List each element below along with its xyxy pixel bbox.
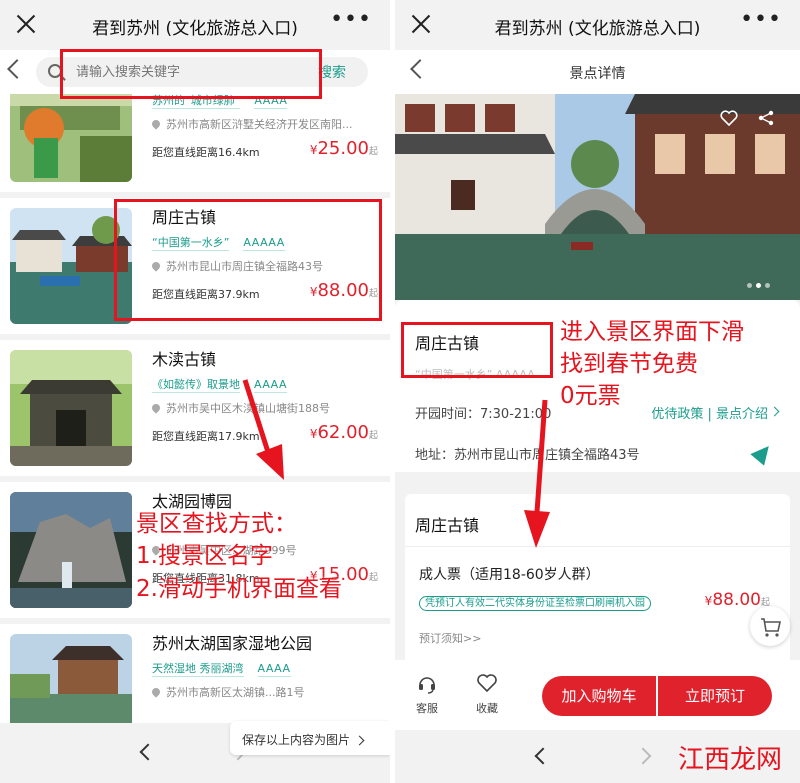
spot-address: 苏州市吴中区木渎镇山塘街188号: [166, 402, 330, 415]
divider: [405, 546, 790, 547]
list-item[interactable]: 苏州的“城市绿肺” AAAA 苏州市高新区浒墅关经济开发区南阳... 距您直线距离…: [0, 94, 390, 192]
ticket-card: 周庄古镇 成人票（适用18-60岁人群） 凭预订人有效二代实体身份证至检票口刷闸…: [405, 494, 790, 664]
annotation-left-line-1: 景区查找方式：: [136, 511, 297, 537]
floating-cart-button[interactable]: [750, 606, 790, 646]
location-pin-icon: [152, 686, 162, 698]
left-title-bar: 君到苏州 (文化旅游总入口) •••: [0, 0, 390, 50]
annotation-box-zhouzhuang-item: [114, 199, 382, 321]
list-item[interactable]: 苏州太湖国家湿地公园 天然湿地 秀丽湖湾 AAAA 苏州市高新区太湖镇...路1号: [0, 624, 390, 723]
customer-service-button[interactable]: 客服: [407, 672, 447, 716]
headset-icon: [419, 677, 435, 694]
spot-thumbnail: [10, 350, 132, 466]
spot-thumbnail: [10, 492, 132, 608]
spot-tag: 《如懿传》取景地: [152, 378, 240, 393]
annotation-right-line-3: 0元票: [560, 383, 621, 409]
spot-name: 太湖园博园: [152, 492, 233, 511]
spot-distance: 距您直线距离17.9km: [152, 430, 260, 443]
spot-thumbnail: [10, 94, 132, 182]
back-chevron-icon[interactable]: [7, 59, 27, 79]
nav-back-icon[interactable]: [534, 747, 552, 765]
customer-service-label: 客服: [416, 702, 438, 715]
detail-page-title: 景点详情: [569, 66, 626, 82]
spot-level: AAAA: [254, 378, 288, 393]
save-as-image-label: 保存以上内容为图片: [242, 733, 351, 747]
policy-intro-link[interactable]: 优待政策 | 景点介绍: [651, 403, 768, 422]
cart-icon: [761, 618, 781, 637]
detail-header: 景点详情: [395, 50, 800, 94]
svg-text:江西龙网: 江西龙网: [678, 745, 782, 775]
annotation-box-search: [60, 49, 322, 99]
share-icon[interactable]: [758, 110, 774, 126]
spot-distance: 距您直线距离16.4km: [152, 146, 260, 159]
spot-address: 地址：苏州市昆山市周庄镇全福路43号: [415, 448, 640, 463]
spot-address: 苏州市高新区太湖镇...路1号: [166, 686, 305, 699]
ticket-entry-note: 凭预订人有效二代实体身份证至检票口刷闸机入园: [419, 596, 651, 611]
spot-price: ¥25.00起: [309, 138, 378, 159]
chevron-right-icon: [769, 406, 780, 417]
chevron-right-icon: [354, 735, 365, 746]
spot-tag: 天然湿地 秀丽湖湾: [152, 662, 244, 677]
spot-name: 木渎古镇: [152, 350, 217, 369]
spot-name: 苏州太湖国家湿地公园: [152, 634, 313, 653]
book-now-button[interactable]: 立即预订: [658, 676, 772, 716]
favorite-button[interactable]: 收藏: [467, 672, 507, 716]
favorite-label: 收藏: [476, 702, 498, 715]
navigation-arrow-icon[interactable]: [750, 440, 776, 466]
ticket-spot-name: 周庄古镇: [415, 516, 480, 535]
spot-address: 苏州市高新区浒墅关经济开发区南阳...: [166, 118, 353, 131]
location-pin-icon: [152, 402, 162, 414]
spot-price: ¥62.00起: [309, 422, 378, 443]
open-time: 开园时间：7:30-21:00: [415, 407, 552, 422]
annotation-box-spot-name: [401, 322, 553, 378]
scenic-spot-list[interactable]: 苏州的“城市绿肺” AAAA 苏州市高新区浒墅关经济开发区南阳... 距您直线距离…: [0, 94, 390, 723]
left-phone-screen: 君到苏州 (文化旅游总入口) ••• 搜索: [0, 0, 390, 783]
booking-notice-link[interactable]: 预订须知>>: [419, 630, 481, 646]
annotation-left-line-3: 2.滑动手机界面查看: [136, 576, 342, 602]
bottom-action-bar: 客服 收藏 加入购物车 立即预订: [395, 660, 800, 730]
right-title-bar: 君到苏州 (文化旅游总入口) •••: [395, 0, 800, 50]
more-menu-icon[interactable]: •••: [330, 9, 372, 31]
more-menu-icon[interactable]: •••: [740, 9, 782, 31]
annotation-right-line-2: 找到春节免费: [560, 351, 698, 377]
heart-outline-icon: [477, 674, 497, 693]
save-as-image-button[interactable]: 保存以上内容为图片: [230, 721, 390, 755]
nav-forward-icon[interactable]: [634, 747, 652, 765]
location-pin-icon: [152, 118, 162, 130]
spot-hero-image[interactable]: [395, 94, 800, 300]
search-button[interactable]: 搜索: [318, 62, 346, 82]
add-to-cart-button[interactable]: 加入购物车: [542, 676, 656, 716]
list-item[interactable]: 木渎古镇 《如懿传》取景地 AAAA 苏州市吴中区木渎镇山塘街188号 距您直线距…: [0, 340, 390, 476]
site-watermark-logo: 江西龙网: [678, 745, 782, 775]
ticket-name[interactable]: 成人票（适用18-60岁人群）: [419, 564, 600, 584]
annotation-right-line-1: 进入景区界面下滑: [560, 319, 744, 345]
heart-icon[interactable]: [720, 110, 738, 126]
spot-level: AAAA: [257, 662, 291, 677]
nav-back-icon[interactable]: [139, 743, 157, 761]
annotation-left-line-2: 1.搜景区名字: [136, 543, 273, 569]
spot-thumbnail: [10, 634, 132, 723]
carousel-dots: [743, 273, 770, 292]
